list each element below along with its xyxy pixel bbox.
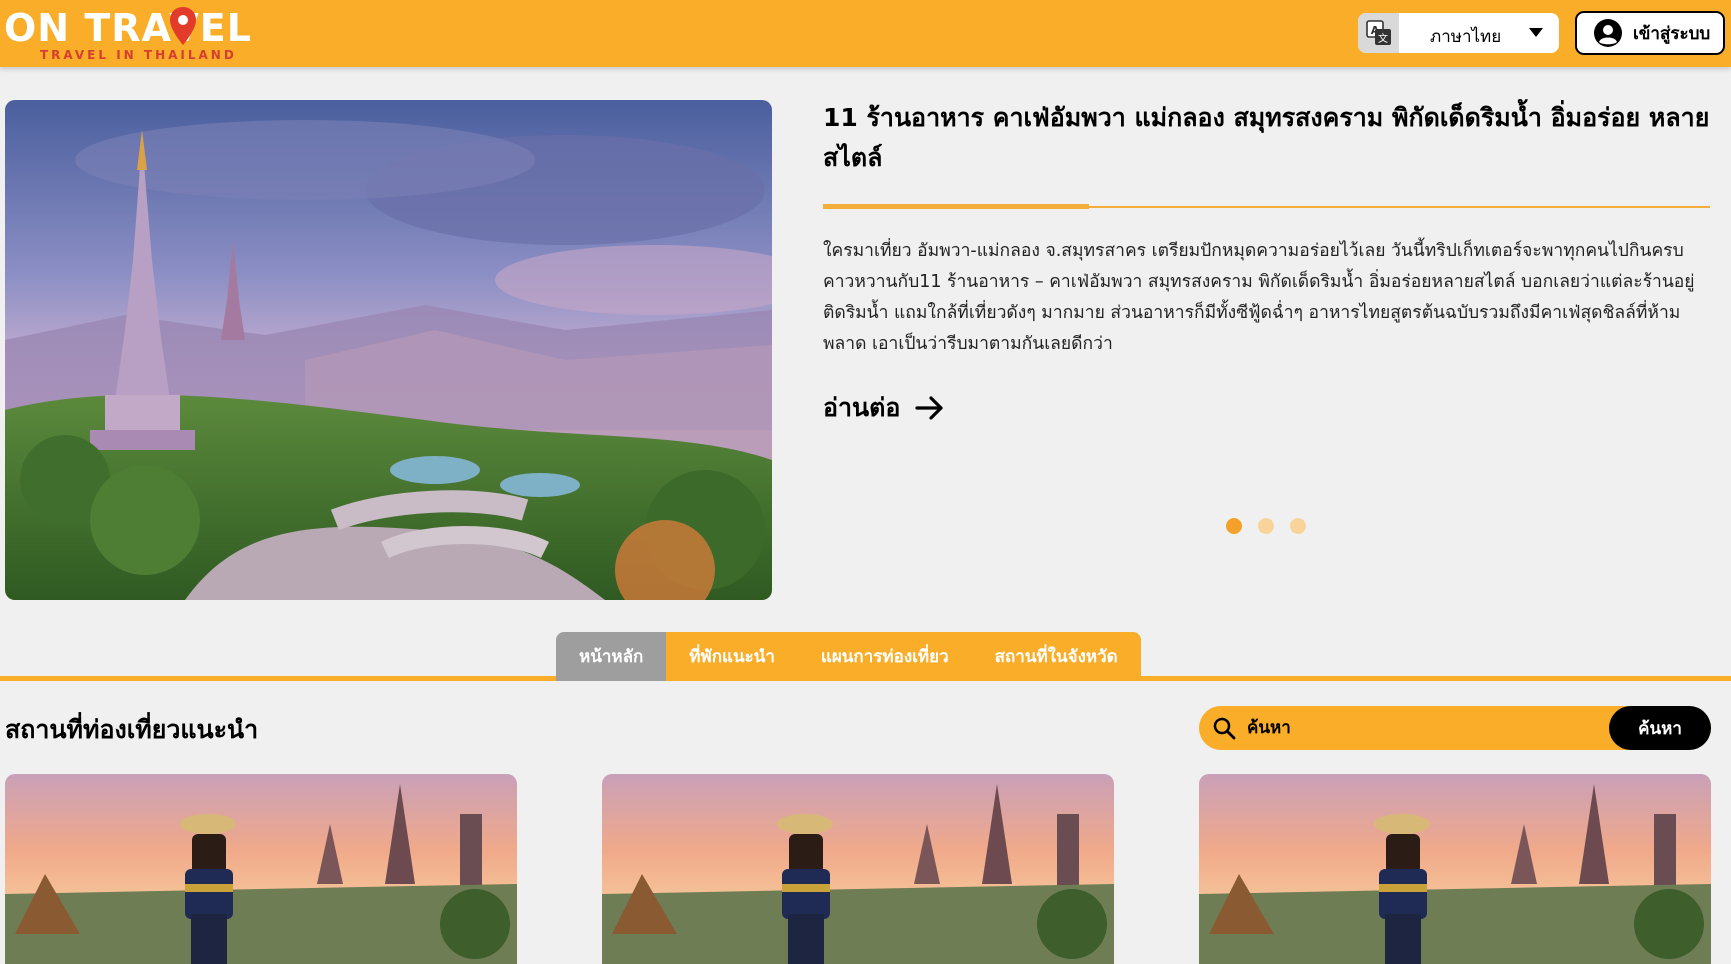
arrow-right-icon bbox=[915, 396, 944, 420]
tab-home[interactable]: หน้าหลัก bbox=[556, 632, 667, 681]
traveler-temple-image bbox=[1199, 774, 1711, 964]
tab-province-places[interactable]: สถานที่ในจังหวัด bbox=[971, 632, 1141, 681]
place-card[interactable] bbox=[5, 774, 517, 964]
hero-image[interactable] bbox=[5, 100, 772, 600]
site-logo[interactable]: ON TRAVEL TRAVEL IN THAILAND bbox=[4, 4, 254, 64]
carousel-dot-3[interactable] bbox=[1290, 518, 1306, 534]
tab-travel-plan[interactable]: แผนการท่องเที่ยว bbox=[797, 632, 972, 681]
hero-divider-accent bbox=[823, 204, 1089, 209]
traveler-temple-image bbox=[602, 774, 1114, 964]
carousel-dot-1[interactable] bbox=[1226, 518, 1242, 534]
carousel-dots bbox=[1226, 518, 1306, 534]
place-card[interactable] bbox=[602, 774, 1114, 964]
search-button[interactable]: ค้นหา bbox=[1609, 706, 1711, 750]
main-tabs: หน้าหลัก ที่พักแนะนำ แผนการท่องเที่ยว สถ… bbox=[556, 632, 1141, 681]
pagoda-landscape-image bbox=[5, 100, 772, 600]
logo-wordmark: ON TRAVEL bbox=[4, 6, 252, 50]
caret-down-icon bbox=[1529, 28, 1543, 37]
hero-description: ใครมาเที่ยว อัมพวา-แม่กลอง จ.สมุทรสาคร เ… bbox=[823, 241, 1695, 354]
place-card[interactable] bbox=[1199, 774, 1711, 964]
traveler-temple-image bbox=[5, 774, 517, 964]
tab-accommodation[interactable]: ที่พักแนะนำ bbox=[666, 632, 798, 681]
carousel-dot-2[interactable] bbox=[1258, 518, 1274, 534]
top-bar: ON TRAVEL TRAVEL IN THAILAND A 文 ภาษาไทย… bbox=[0, 0, 1731, 67]
map-pin-icon bbox=[170, 7, 196, 45]
search-input[interactable] bbox=[1247, 714, 1597, 742]
section-title: สถานที่ท่องเที่ยวแนะนำ bbox=[5, 715, 259, 744]
search-icon bbox=[1213, 717, 1236, 740]
svg-text:文: 文 bbox=[1378, 32, 1388, 45]
language-selector[interactable]: A 文 ภาษาไทย bbox=[1358, 13, 1559, 53]
read-more-label: อ่านต่อ bbox=[823, 393, 901, 422]
search-bar: ค้นหา bbox=[1199, 706, 1711, 750]
translate-icon: A 文 bbox=[1358, 13, 1399, 53]
login-label: เข้าสู่ระบบ bbox=[1633, 23, 1711, 44]
user-avatar-icon bbox=[1594, 19, 1622, 47]
language-label: ภาษาไทย bbox=[1430, 27, 1502, 47]
login-button[interactable]: เข้าสู่ระบบ bbox=[1575, 11, 1725, 55]
logo-tagline: TRAVEL IN THAILAND bbox=[40, 48, 237, 62]
hero-title[interactable]: 11 ร้านอาหาร คาเฟ่อัมพวา แม่กลอง สมุทรสง… bbox=[823, 98, 1713, 178]
read-more-link[interactable]: อ่านต่อ bbox=[823, 388, 946, 428]
